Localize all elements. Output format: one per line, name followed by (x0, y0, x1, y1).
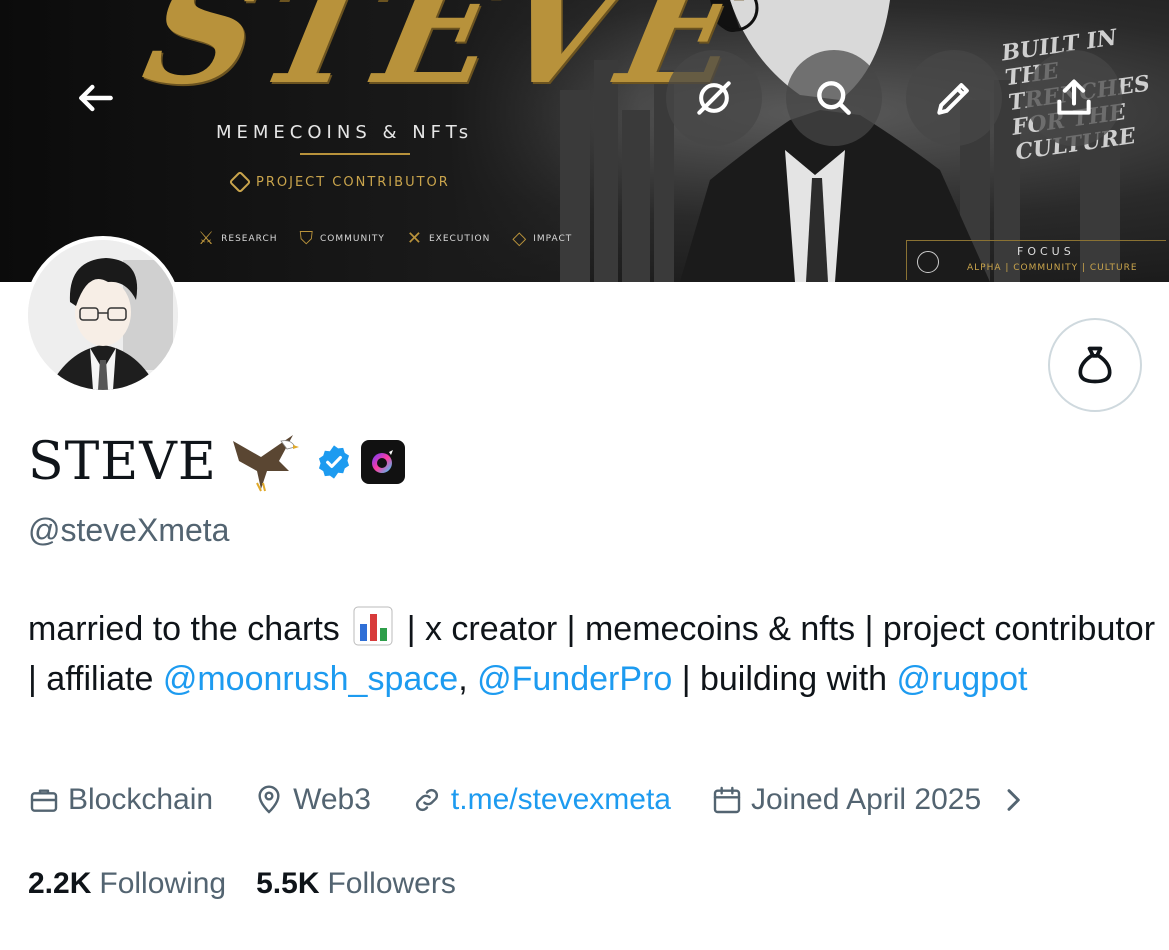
verified-badge-icon[interactable] (315, 443, 353, 481)
pillar-label: COMMUNITY (320, 233, 385, 244)
share-icon (1057, 79, 1091, 115)
bar-chart-emoji-icon (353, 606, 393, 646)
affiliate-logo-icon (371, 450, 393, 473)
pillar-execution: ✕ EXECUTION (407, 228, 490, 249)
calendar-icon (713, 786, 741, 814)
meta-location: Web3 (253, 783, 371, 817)
followers-label: Followers (327, 867, 456, 900)
website-link[interactable]: t.me/stevexmeta (451, 783, 671, 817)
pillar-label: IMPACT (533, 233, 573, 244)
meta-website[interactable]: t.me/stevexmeta (411, 783, 671, 817)
joined-date: Joined April 2025 (750, 783, 982, 816)
banner-role-label: PROJECT CONTRIBUTOR (256, 174, 450, 190)
link-icon (415, 788, 438, 812)
money-bag-icon (1078, 346, 1112, 384)
sword-icon: ⚔ (198, 228, 216, 249)
bio-text: | building with (672, 660, 897, 698)
pillar-label: EXECUTION (428, 233, 491, 244)
followers-count: 5.5K (256, 867, 320, 900)
mention-link[interactable]: @FunderPro (477, 660, 672, 698)
name-row: STEVE (28, 430, 405, 494)
affiliate-badge[interactable] (360, 440, 405, 484)
pillar-research: ⚔ RESEARCH (198, 228, 278, 249)
meta-category-label: Blockchain (68, 783, 214, 816)
focus-title: FOCUS (1017, 245, 1075, 258)
banner-pillars: ⚔ RESEARCH ⛉ COMMUNITY ✕ EXECUTION ◇ IMPACT (198, 228, 572, 249)
diamond-icon: ◇ (512, 228, 528, 249)
profile-banner[interactable]: STEVE MEMECOINS & NFTs PROJECT CONTRIBUT… (0, 0, 1169, 282)
crossed-swords-icon: ✕ (406, 228, 423, 249)
hexagon-icon (228, 170, 252, 194)
followers-stat[interactable]: 5.5K Followers (256, 867, 456, 901)
search-button[interactable] (786, 50, 882, 146)
pillar-community: ⛉ COMMUNITY (300, 228, 385, 249)
grok-button[interactable] (666, 50, 762, 146)
mention-link[interactable]: @rugpot (897, 660, 1028, 698)
profile-meta: Blockchain Web3 t.me/stevexmeta Joined A… (28, 780, 1069, 820)
shield-icon: ⛉ (299, 228, 314, 249)
pencil-icon (937, 83, 969, 115)
pillar-impact: ◇ IMPACT (512, 228, 572, 249)
banner-focus: FOCUS ALPHA | COMMUNITY | CULTURE (906, 240, 1166, 280)
bio-text: married to the charts (28, 610, 340, 648)
arrow-left-icon (79, 84, 113, 112)
search-icon (817, 81, 851, 115)
share-button[interactable] (1026, 50, 1122, 146)
banner-role: PROJECT CONTRIBUTOR (228, 170, 450, 194)
back-button[interactable] (48, 50, 144, 146)
focus-tags: ALPHA | COMMUNITY | CULTURE (967, 263, 1138, 273)
profile-stats: 2.2K Following 5.5K Followers (28, 864, 456, 904)
profile-handle: @steveXmeta (28, 512, 230, 548)
following-count: 2.2K (28, 867, 92, 900)
profile-avatar[interactable] (24, 236, 182, 394)
following-stat[interactable]: 2.2K Following (28, 867, 226, 901)
chevron-right-icon (1007, 789, 1020, 811)
display-name: STEVE (28, 432, 217, 492)
meta-joined[interactable]: Joined April 2025 (711, 783, 1029, 817)
tip-button[interactable] (1048, 318, 1142, 412)
eagle-emoji-icon (232, 435, 299, 492)
banner-divider (300, 153, 410, 155)
location-pin-icon (258, 785, 280, 814)
bio-text: , (458, 660, 478, 698)
pillar-label: RESEARCH (221, 233, 278, 244)
globe-icon (917, 251, 939, 273)
meta-location-label: Web3 (293, 783, 371, 816)
edit-button[interactable] (906, 50, 1002, 146)
mention-link[interactable]: @moonrush_space (163, 660, 458, 698)
profile-bio: married to the charts | x creator | meme… (28, 604, 1158, 704)
grok-icon (697, 81, 731, 115)
avatar-image (28, 240, 178, 390)
meta-category: Blockchain (28, 783, 213, 817)
briefcase-icon (30, 789, 58, 812)
following-label: Following (99, 867, 227, 900)
banner-subtitle: MEMECOINS & NFTs (216, 122, 474, 143)
